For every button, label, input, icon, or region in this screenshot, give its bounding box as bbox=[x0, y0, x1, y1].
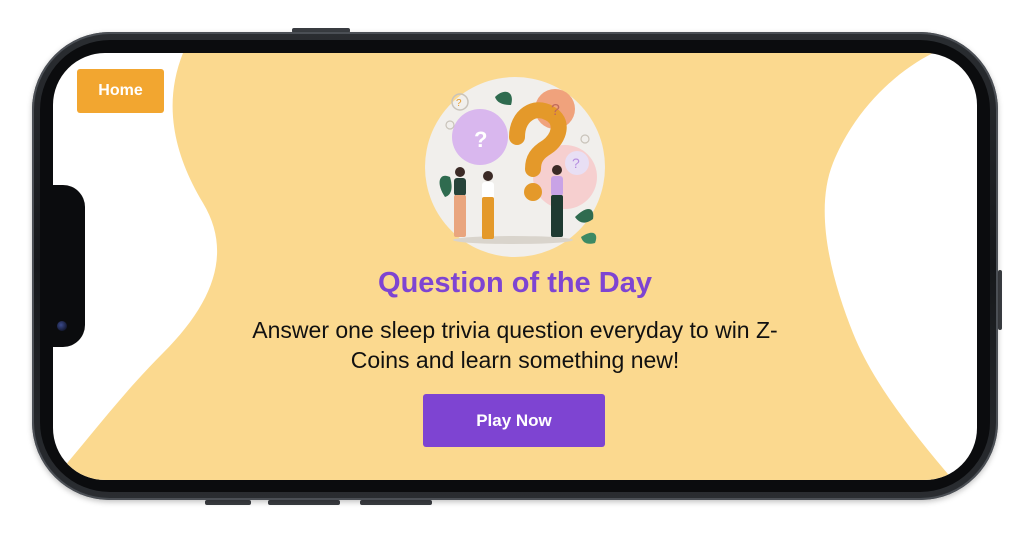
front-camera-icon bbox=[57, 321, 67, 331]
description-text: Answer one sleep trivia question everyda… bbox=[252, 317, 778, 373]
small-question-mark: ? bbox=[456, 98, 462, 109]
small-question-mark: ? bbox=[474, 127, 487, 152]
top-button-4 bbox=[360, 500, 432, 505]
top-button-3 bbox=[268, 500, 340, 505]
top-button-2 bbox=[205, 500, 251, 505]
app-screen: Home ? ? ? ? Question of the Day Answer … bbox=[53, 53, 977, 480]
question-marks-people-illustration: ? ? ? ? bbox=[425, 77, 605, 257]
page-title: Question of the Day bbox=[378, 267, 652, 299]
small-question-mark: ? bbox=[572, 155, 580, 171]
home-button[interactable]: Home bbox=[77, 69, 164, 113]
device-mockup: Home ? ? ? ? Question of the Day Answer … bbox=[0, 0, 1025, 533]
small-question-mark: ? bbox=[551, 102, 560, 119]
play-now-button[interactable]: Play Now bbox=[423, 394, 605, 447]
side-button-right bbox=[998, 270, 1002, 330]
